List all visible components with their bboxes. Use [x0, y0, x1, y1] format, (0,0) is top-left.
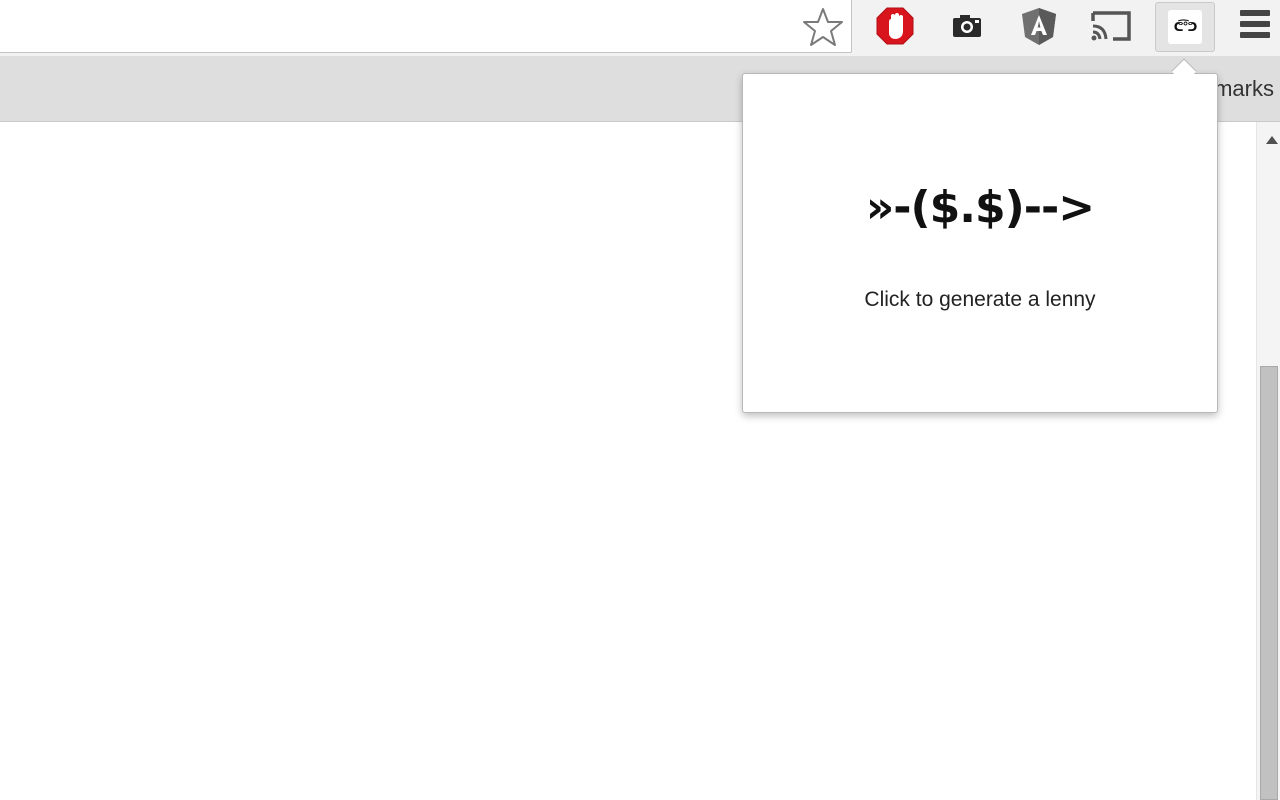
browser-toolbar: ᕦ͡°ᕤ	[0, 0, 1280, 56]
scroll-thumb[interactable]	[1260, 366, 1278, 800]
generate-caption[interactable]: Click to generate a lenny	[743, 288, 1217, 312]
angular-icon[interactable]	[1017, 4, 1061, 48]
bookmarks-label[interactable]: marks	[1214, 76, 1274, 102]
scroll-up-arrow-icon[interactable]	[1266, 136, 1278, 144]
lenny-extension-icon[interactable]: ᕦ͡°ᕤ	[1155, 2, 1215, 52]
lenny-face[interactable]: »-($.$)-->	[743, 182, 1217, 233]
extension-popup: »-($.$)--> Click to generate a lenny	[742, 73, 1218, 413]
adblock-icon[interactable]	[873, 4, 917, 48]
vertical-scrollbar[interactable]	[1256, 122, 1280, 800]
menu-icon[interactable]	[1240, 10, 1276, 44]
camera-icon[interactable]	[945, 4, 989, 48]
lenny-extension-badge: ᕦ͡°ᕤ	[1168, 10, 1202, 44]
address-bar[interactable]	[0, 0, 852, 53]
cast-icon[interactable]	[1089, 4, 1133, 48]
star-icon[interactable]	[802, 6, 844, 48]
